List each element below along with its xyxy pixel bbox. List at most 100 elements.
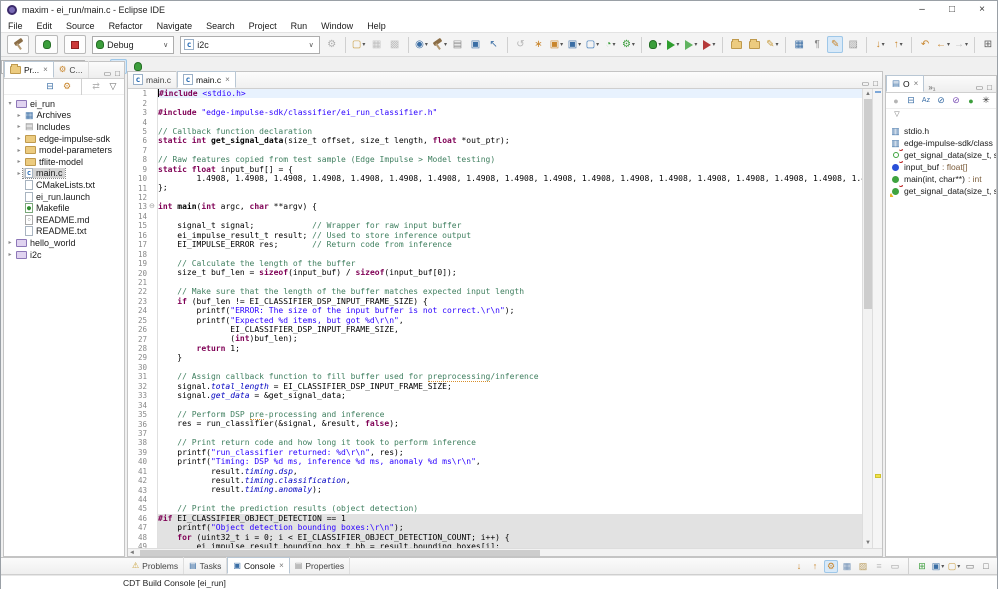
minimize-view-button[interactable]: ▭ xyxy=(976,83,984,92)
maximize-button[interactable]: □ xyxy=(937,1,967,19)
code-line-25[interactable]: printf("Expected %d items, but got %d\r\… xyxy=(158,316,862,325)
open-perspective-button[interactable]: ⊞ xyxy=(980,36,996,53)
horizontal-scroll-thumb[interactable] xyxy=(140,550,540,556)
menu-project[interactable]: Project xyxy=(242,19,284,33)
tree-item-main-c[interactable]: ▸cmain.c xyxy=(4,168,124,180)
tree-item-readme-md[interactable]: ◦README.md xyxy=(4,214,124,226)
code-line-45[interactable]: // Print the prediction results (object … xyxy=(158,504,862,513)
tree-item-i2c[interactable]: ▸i2c xyxy=(4,249,124,261)
menu-navigate[interactable]: Navigate xyxy=(150,19,200,33)
code-line-10[interactable]: 1.4908, 1.4908, 1.4908, 1.4908, 1.4908, … xyxy=(158,174,862,183)
code-line-41[interactable]: result.timing.dsp, xyxy=(158,467,862,476)
external-tools-button[interactable]: ⚙▾ xyxy=(620,36,636,53)
code-line-47[interactable]: printf("Object detection bounding boxes:… xyxy=(158,523,862,532)
fold-collapse-icon[interactable]: ⊖ xyxy=(149,203,157,210)
expand-arrow-icon[interactable]: ▸ xyxy=(15,147,23,154)
build-targets-button[interactable]: ▤ xyxy=(450,36,466,53)
open-folder2-button[interactable] xyxy=(746,36,762,53)
view-menu-button[interactable]: ▽ xyxy=(106,80,120,93)
tree-item-ei-run[interactable]: ▾ei_run xyxy=(4,98,124,110)
tree-item-model-parameters[interactable]: ▸model-parameters xyxy=(4,144,124,156)
code-line-2[interactable] xyxy=(158,98,862,107)
maximize-view-button[interactable]: □ xyxy=(987,83,992,92)
code-line-40[interactable]: printf("Timing: DSP %d ms, inference %d … xyxy=(158,457,862,466)
expand-arrow-icon[interactable]: ▾ xyxy=(6,100,14,107)
code-line-46[interactable]: #if EI_CLASSIFIER_OBJECT_DETECTION == 1 xyxy=(158,514,862,523)
debug-as-button[interactable]: ▾ xyxy=(647,36,663,53)
expand-arrow-icon[interactable]: ▸ xyxy=(6,251,14,258)
editor-tab-mainc[interactable]: cmain.c xyxy=(128,71,177,88)
code-line-18[interactable] xyxy=(158,249,862,258)
close-icon[interactable]: × xyxy=(914,79,919,88)
collapse-all-button[interactable]: ⊟ xyxy=(905,94,917,107)
expand-arrow-icon[interactable]: ▸ xyxy=(15,170,23,177)
open-element-button[interactable]: ∗ xyxy=(530,36,546,53)
editor-tab-mainc[interactable]: cmain.c× xyxy=(177,71,236,88)
maximize-view-button[interactable]: □ xyxy=(115,69,120,78)
launch-project-combo[interactable]: ci2c∨ xyxy=(180,36,319,54)
annotations-button[interactable]: ▨ xyxy=(845,36,861,53)
code-line-12[interactable] xyxy=(158,193,862,202)
code-line-5[interactable]: // Callback function declaration xyxy=(158,127,862,136)
horizontal-scrollbar[interactable]: ◄ xyxy=(128,548,882,556)
code-line-13[interactable]: int main(int argc, char **argv) { xyxy=(158,202,862,211)
coverage-button[interactable]: ▾ xyxy=(701,36,717,53)
minimize-button[interactable]: – xyxy=(907,1,937,19)
code-line-14[interactable] xyxy=(158,212,862,221)
bottom-tab-tasks[interactable]: ▤Tasks xyxy=(184,557,227,574)
menu-edit[interactable]: Edit xyxy=(30,19,60,33)
outline-item-input-buf[interactable]: Sinput_buf : float[] xyxy=(890,161,996,173)
previous-annotation-button[interactable]: ↑▾ xyxy=(890,36,906,53)
code-line-30[interactable] xyxy=(158,363,862,372)
menu-search[interactable]: Search xyxy=(199,19,242,33)
tree-item-ei-run-launch[interactable]: ei_run.launch xyxy=(4,191,124,203)
run-last-tool-button[interactable]: ◔▾ xyxy=(602,36,618,53)
open-console-button[interactable]: ▢▾ xyxy=(947,560,961,573)
tree-item-archives[interactable]: ▸▦Archives xyxy=(4,110,124,122)
expand-arrow-icon[interactable]: ▸ xyxy=(15,158,23,165)
view-menu-button[interactable]: ▽ xyxy=(890,108,904,121)
open-folder-button[interactable] xyxy=(728,36,744,53)
tree-item-tflite-model[interactable]: ▸tflite-model xyxy=(4,156,124,168)
tree-item-readme-txt[interactable]: README.txt xyxy=(4,226,124,238)
vertical-scroll-thumb[interactable] xyxy=(864,99,872,309)
hide-inactive-button[interactable]: ✳ xyxy=(980,94,992,107)
profile-as-button[interactable]: ▾ xyxy=(683,36,699,53)
expand-arrow-icon[interactable]: ▸ xyxy=(15,112,23,119)
menu-run[interactable]: Run xyxy=(284,19,315,33)
menu-source[interactable]: Source xyxy=(59,19,102,33)
overview-ruler[interactable] xyxy=(872,89,882,548)
code-line-24[interactable]: printf("ERROR: The size of the input buf… xyxy=(158,306,862,315)
minimize-view-button[interactable]: ▭ xyxy=(862,79,870,88)
search-button[interactable]: ✎▾ xyxy=(764,36,780,53)
minimize-view-button[interactable]: ▭ xyxy=(104,69,112,78)
code-line-48[interactable]: for (uint32_t i = 0; i < EI_CLASSIFIER_O… xyxy=(158,533,862,542)
new-c-project-button[interactable]: ▣▾ xyxy=(548,36,564,53)
code-line-23[interactable]: if (buf_len != EI_CLASSIFIER_DSP_INPUT_F… xyxy=(158,297,862,306)
save-all-button[interactable]: ▩ xyxy=(387,36,403,53)
open-console-button[interactable]: ▣ xyxy=(468,36,484,53)
terminate-button[interactable] xyxy=(64,35,86,54)
code-line-26[interactable]: EI_CLASSIFIER_DSP_INPUT_FRAME_SIZE, xyxy=(158,325,862,334)
code-line-28[interactable]: return 1; xyxy=(158,344,862,353)
pin-console-button[interactable]: ⊞ xyxy=(915,560,929,573)
code-line-35[interactable]: // Perform DSP pre-processing and infere… xyxy=(158,410,862,419)
expand-arrow-icon[interactable]: ▸ xyxy=(15,135,23,142)
code-line-1[interactable]: #include <stdio.h> xyxy=(158,89,862,98)
code-line-8[interactable]: // Raw features copied from test sample … xyxy=(158,155,862,164)
tab-outline[interactable]: ▤O× xyxy=(886,75,924,92)
expand-arrow-icon[interactable]: ▸ xyxy=(15,123,23,130)
new-wizard-button[interactable]: ▢▾ xyxy=(351,36,367,53)
show-next-console-button[interactable]: ↓ xyxy=(792,560,806,573)
explorer-tab-c[interactable]: ⚙C... xyxy=(54,61,89,78)
menu-help[interactable]: Help xyxy=(360,19,393,33)
tree-item-edge-impulse-sdk[interactable]: ▸edge-impulse-sdk xyxy=(4,133,124,145)
menu-refactor[interactable]: Refactor xyxy=(102,19,150,33)
code-line-22[interactable]: // Make sure that the length of the buff… xyxy=(158,287,862,296)
tree-item-includes[interactable]: ▸▤Includes xyxy=(4,121,124,133)
code-line-29[interactable]: } xyxy=(158,353,862,362)
clear-console-button[interactable]: ▭ xyxy=(888,560,902,573)
code-line-39[interactable]: printf("run_classifier returned: %d\r\n"… xyxy=(158,448,862,457)
last-edit-location-button[interactable]: ↶ xyxy=(917,36,933,53)
code-line-44[interactable] xyxy=(158,495,862,504)
